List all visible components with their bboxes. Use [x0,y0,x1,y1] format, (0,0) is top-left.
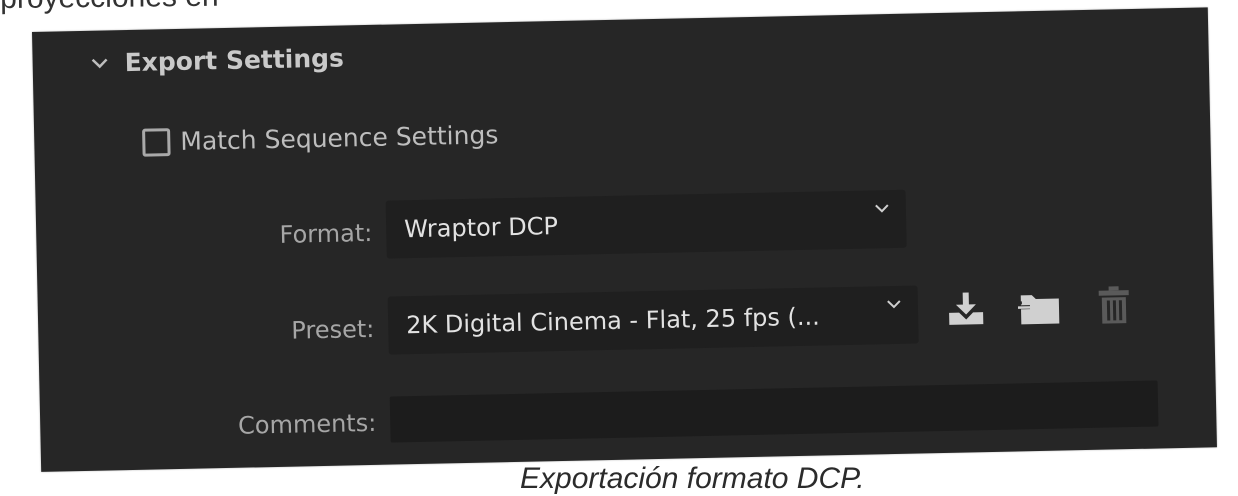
format-dropdown[interactable]: Wraptor DCP [385,189,907,259]
import-preset-icon[interactable] [1017,288,1063,327]
document-caption-bottom: Exportación formato DCP. [520,462,865,495]
comments-input[interactable] [389,380,1159,443]
format-value: Wraptor DCP [403,212,559,244]
trash-icon[interactable] [1096,285,1133,326]
export-settings-panel: Export Settings Match Sequence Settings … [32,7,1217,472]
document-caption-top: proyecciones en [0,0,219,16]
format-chevron-down-icon[interactable] [874,200,890,218]
match-sequence-checkbox[interactable] [142,127,171,157]
preset-dropdown[interactable]: 2K Digital Cinema - Flat, 25 fps (... [387,285,919,355]
comments-label: Comments: [237,408,377,440]
export-settings-header[interactable]: Export Settings [90,43,344,77]
match-sequence-label[interactable]: Match Sequence Settings [180,120,499,156]
preset-chevron-down-icon[interactable] [886,296,902,314]
preset-label: Preset: [291,314,375,345]
section-title: Export Settings [124,43,345,78]
format-label: Format: [279,218,373,249]
match-sequence-row[interactable]: Match Sequence Settings [142,120,499,157]
save-preset-icon[interactable] [946,290,987,327]
preset-value: 2K Digital Cinema - Flat, 25 fps (... [405,302,821,340]
chevron-down-icon[interactable] [91,57,109,69]
